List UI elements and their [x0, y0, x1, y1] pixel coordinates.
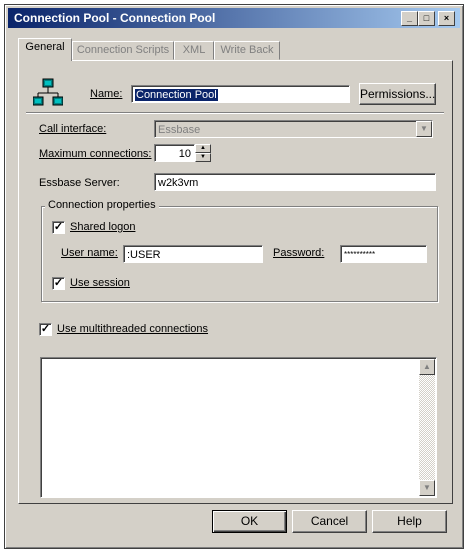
divider [26, 112, 444, 114]
call-interface-dropdown-arrow-icon: ▼ [416, 121, 432, 137]
max-connections-field[interactable]: 10 [154, 144, 195, 162]
checkmark-icon: ✓ [40, 323, 51, 335]
checkmark-icon: ✓ [53, 221, 64, 233]
checkmark-icon: ✓ [53, 277, 64, 289]
password-label: Password: [273, 247, 325, 259]
spinner-down-icon[interactable]: ▼ [195, 153, 211, 162]
help-button-label: Help [397, 514, 422, 528]
essbase-server-value: w2k3vm [158, 177, 199, 189]
password-value: ********** [344, 250, 376, 259]
general-panel: Name: Connection Pool Permissions... Cal… [18, 60, 453, 504]
title-bar[interactable]: Connection Pool - Connection Pool _ □ × [8, 8, 460, 28]
vertical-scrollbar[interactable] [419, 359, 435, 496]
user-name-value: :USER [127, 249, 161, 261]
help-button[interactable]: Help [372, 510, 447, 533]
essbase-server-field[interactable]: w2k3vm [154, 173, 436, 191]
use-session-label: Use session [70, 277, 130, 289]
shared-logon-checkbox[interactable]: ✓ [52, 221, 65, 234]
scroll-down-icon[interactable]: ▼ [419, 480, 435, 496]
use-session-checkbox[interactable]: ✓ [52, 277, 65, 290]
tab-general[interactable]: General [18, 38, 72, 61]
window-title: Connection Pool - Connection Pool [14, 11, 216, 25]
tab-write-back[interactable]: Write Back [214, 41, 280, 60]
connection-properties-legend: Connection properties [45, 199, 159, 211]
network-computers-icon [33, 78, 63, 106]
tab-xml[interactable]: XML [174, 41, 214, 60]
name-field[interactable]: Connection Pool [131, 85, 350, 103]
call-interface-value: Essbase [158, 124, 201, 136]
close-button[interactable]: × [438, 11, 455, 26]
user-name-label: User name: [61, 247, 118, 259]
description-textarea[interactable]: ▲ ▼ [40, 357, 437, 498]
max-connections-label: Maximum connections: [39, 148, 152, 160]
ok-button-label: OK [240, 514, 259, 528]
multithreaded-label: Use multithreaded connections [57, 323, 209, 335]
user-name-field[interactable]: :USER [123, 245, 263, 263]
connection-pool-dialog: Connection Pool - Connection Pool _ □ × … [4, 4, 464, 549]
max-connections-value: 10 [178, 148, 191, 160]
cancel-button[interactable]: Cancel [292, 510, 367, 533]
permissions-button-label: Permissions... [360, 87, 436, 101]
cancel-button-label: Cancel [310, 514, 349, 528]
name-label: Name: [90, 88, 123, 100]
tab-connection-scripts[interactable]: Connection Scripts [72, 41, 174, 60]
minimize-button[interactable]: _ [401, 11, 418, 26]
name-value: Connection Pool [135, 89, 218, 101]
ok-button[interactable]: OK [212, 510, 287, 533]
essbase-server-label: Essbase Server: [39, 177, 120, 189]
scroll-up-icon[interactable]: ▲ [419, 359, 435, 375]
call-interface-label: Call interface: [39, 123, 107, 135]
call-interface-select: Essbase [154, 120, 433, 138]
maximize-button[interactable]: □ [418, 11, 435, 26]
multithreaded-checkbox[interactable]: ✓ [39, 323, 52, 336]
shared-logon-label: Shared logon [70, 221, 136, 233]
password-field[interactable]: ********** [340, 245, 427, 263]
permissions-button[interactable]: Permissions... [359, 83, 436, 105]
spinner-up-icon[interactable]: ▲ [195, 144, 211, 153]
